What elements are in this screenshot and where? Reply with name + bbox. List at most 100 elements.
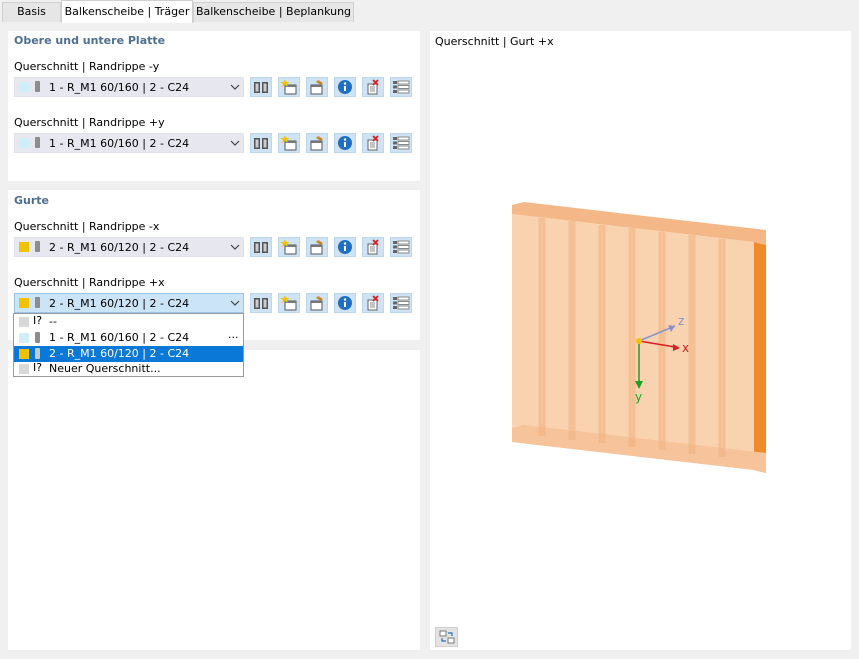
combo-value: 1 - R_M1 60/160 | 2 - C24 — [49, 137, 190, 150]
dropdown-item-new-section[interactable]: I? Neuer Querschnitt... — [14, 361, 243, 377]
chevron-down-icon — [230, 84, 240, 90]
tab-bar: Basis Balkenscheibe | Träger Balkenschei… — [0, 0, 859, 23]
dropdown-item-section-2[interactable]: 2 - R_M1 60/120 | 2 - C24 — [14, 346, 243, 362]
chevron-down-icon — [230, 300, 240, 306]
list-icon — [392, 136, 410, 150]
library-button[interactable] — [250, 237, 272, 257]
info-button[interactable] — [334, 293, 356, 313]
delete-unused-button[interactable] — [362, 237, 384, 257]
list-icon — [392, 296, 410, 310]
tab-balkenscheibe-traeger[interactable]: Balkenscheibe | Träger — [61, 0, 193, 23]
section-bar-icon — [35, 137, 40, 148]
empty-panel — [8, 350, 420, 650]
group-title-plate: Obere und untere Platte — [14, 34, 166, 47]
list-button[interactable] — [390, 133, 412, 153]
new-section-icon: I? — [33, 361, 43, 374]
delete-unused-button[interactable] — [362, 77, 384, 97]
new-section-button[interactable] — [278, 293, 300, 313]
color-swatch — [19, 82, 29, 92]
delete-unused-icon — [364, 295, 382, 311]
info-icon — [337, 135, 353, 151]
section-combo-rib-plus-x[interactable]: 2 - R_M1 60/120 | 2 - C24 — [14, 293, 244, 313]
rib-lines — [538, 218, 726, 457]
axis-label-z: z — [678, 314, 684, 328]
dropdown-item-section-1[interactable]: 1 - R_M1 60/160 | 2 - C24 ... — [14, 328, 243, 346]
edit-section-icon — [308, 239, 326, 255]
list-icon — [392, 80, 410, 94]
section-bar-icon — [35, 348, 40, 359]
delete-unused-icon — [364, 79, 382, 95]
section-combo-rib-minus-y[interactable]: 1 - R_M1 60/160 | 2 - C24 — [14, 77, 244, 97]
row-label: Querschnitt | Randrippe +x — [14, 276, 165, 289]
tab-basis[interactable]: Basis — [2, 2, 61, 22]
section-dropdown-list: I? -- 1 - R_M1 60/160 | 2 - C24 ... 2 - … — [13, 313, 244, 377]
section-bar-icon — [35, 241, 40, 252]
color-swatch — [19, 317, 29, 327]
new-section-button[interactable] — [278, 133, 300, 153]
group-plate-panel — [8, 31, 420, 181]
delete-unused-button[interactable] — [362, 133, 384, 153]
edit-section-button[interactable] — [306, 133, 328, 153]
info-icon — [337, 295, 353, 311]
color-swatch — [19, 364, 29, 374]
list-icon — [392, 240, 410, 254]
edit-section-icon — [308, 295, 326, 311]
section-bar-icon — [35, 297, 40, 308]
color-swatch — [19, 138, 29, 148]
tab-balkenscheibe-beplankung[interactable]: Balkenscheibe | Beplankung — [193, 2, 354, 22]
combo-value: 2 - R_M1 60/120 | 2 - C24 — [49, 297, 190, 310]
new-section-icon — [280, 295, 298, 311]
info-button[interactable] — [334, 133, 356, 153]
section-bar-icon — [35, 332, 40, 343]
row-label: Querschnitt | Randrippe -y — [14, 60, 160, 73]
library-button[interactable] — [250, 133, 272, 153]
new-section-button[interactable] — [278, 237, 300, 257]
view-switch-icon — [439, 630, 454, 644]
library-icon — [253, 136, 269, 150]
row-label: Querschnitt | Randrippe -x — [14, 220, 160, 233]
preview-canvas[interactable]: z x y — [430, 31, 851, 650]
library-button[interactable] — [250, 293, 272, 313]
chevron-down-icon — [230, 140, 240, 146]
new-section-icon — [280, 135, 298, 151]
beam-side-face — [754, 242, 766, 473]
edit-section-icon — [308, 79, 326, 95]
row-label: Querschnitt | Randrippe +y — [14, 116, 165, 129]
delete-unused-icon — [364, 239, 382, 255]
edit-section-button[interactable] — [306, 237, 328, 257]
delete-unused-button[interactable] — [362, 293, 384, 313]
group-title-gurte: Gurte — [14, 194, 50, 207]
library-icon — [253, 296, 269, 310]
list-button[interactable] — [390, 237, 412, 257]
info-icon — [337, 239, 353, 255]
chevron-down-icon — [230, 244, 240, 250]
edit-section-button[interactable] — [306, 77, 328, 97]
info-button[interactable] — [334, 77, 356, 97]
color-swatch — [19, 242, 29, 252]
color-swatch — [19, 333, 29, 343]
axis-label-x: x — [682, 341, 689, 355]
info-button[interactable] — [334, 237, 356, 257]
color-swatch — [19, 298, 29, 308]
info-icon — [337, 79, 353, 95]
more-options-icon[interactable]: ... — [228, 328, 239, 341]
library-icon — [253, 80, 269, 94]
list-button[interactable] — [390, 77, 412, 97]
combo-value: 1 - R_M1 60/160 | 2 - C24 — [49, 81, 190, 94]
combo-value: 2 - R_M1 60/120 | 2 - C24 — [49, 241, 190, 254]
section-combo-rib-plus-y[interactable]: 1 - R_M1 60/160 | 2 - C24 — [14, 133, 244, 153]
view-options-button[interactable] — [435, 627, 458, 647]
color-swatch — [19, 349, 29, 359]
edit-section-button[interactable] — [306, 293, 328, 313]
section-bar-icon — [35, 81, 40, 92]
delete-unused-icon — [364, 135, 382, 151]
new-section-button[interactable] — [278, 77, 300, 97]
axis-label-y: y — [635, 390, 642, 404]
new-section-icon — [280, 79, 298, 95]
section-combo-rib-minus-x[interactable]: 2 - R_M1 60/120 | 2 - C24 — [14, 237, 244, 257]
library-button[interactable] — [250, 77, 272, 97]
list-button[interactable] — [390, 293, 412, 313]
new-section-icon — [280, 239, 298, 255]
library-icon — [253, 240, 269, 254]
dropdown-item-undefined[interactable]: I? -- — [14, 314, 243, 330]
